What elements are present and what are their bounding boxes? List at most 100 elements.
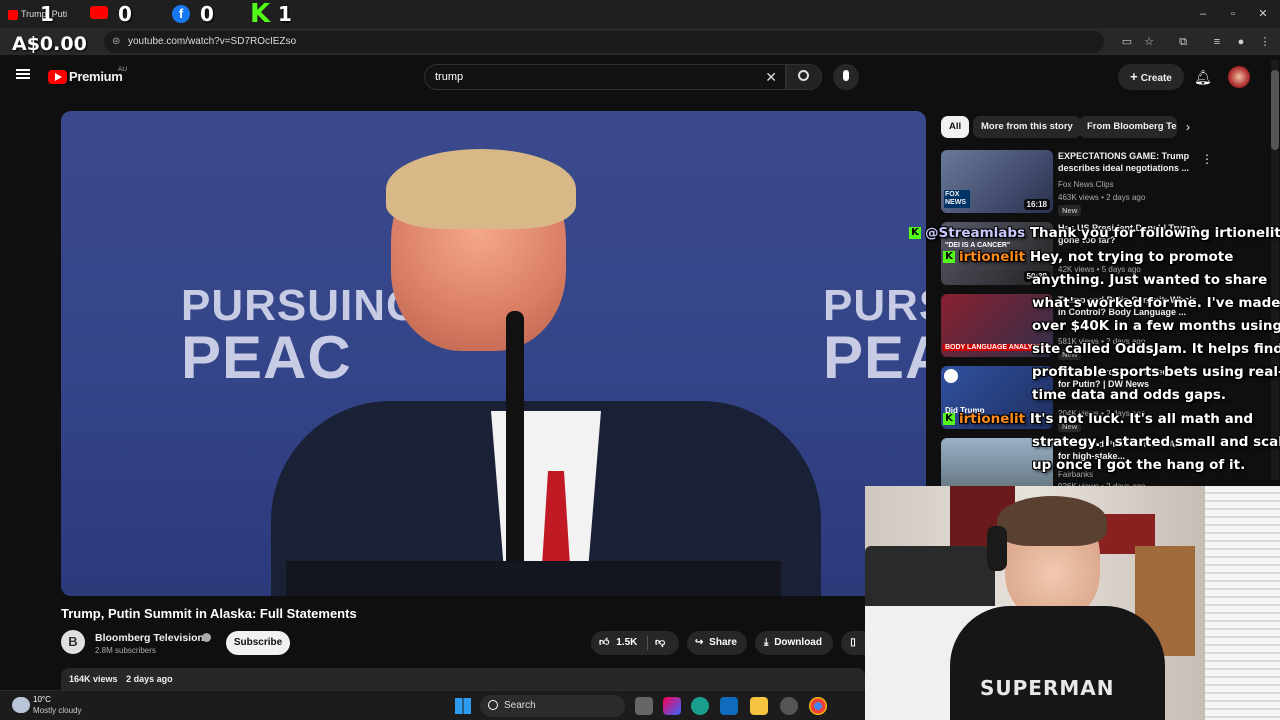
chat-line: anything. Just wanted to share (1032, 272, 1268, 288)
reading-list-icon[interactable]: ≡ (1210, 35, 1224, 49)
chip-more-from-story[interactable]: More from this story (973, 116, 1081, 138)
site-info-icon[interactable]: ⊜ (112, 31, 120, 53)
like-button[interactable]: 👍︎ 1.5K (599, 631, 637, 655)
backdrop-text: PEAC (181, 324, 352, 391)
url-field[interactable]: ⊜ youtube.com/watch?v=SD7ROcIEZso (104, 31, 1104, 53)
cast-icon[interactable]: ▭ (1120, 35, 1134, 49)
create-label: Create (1140, 73, 1172, 84)
like-count: 1.5K (616, 637, 638, 648)
streamer-shirt: SUPERMAN (950, 606, 1165, 720)
menu-dots-icon[interactable]: ⋮ (1258, 35, 1272, 49)
file-explorer-icon[interactable] (750, 697, 768, 715)
youtube-logo-icon[interactable] (48, 70, 67, 84)
chrome-icon[interactable] (809, 697, 827, 715)
kick-badge-icon: K (943, 413, 955, 425)
facebook-count: 0 (200, 2, 214, 26)
browser-tab-strip: Trump, Puti 1 0 f 0 K 1 – ▫ ✕ (0, 0, 1280, 28)
dislike-button[interactable]: 👎︎ (655, 631, 665, 655)
search-button[interactable] (786, 64, 822, 90)
view-count: 164K views (69, 674, 118, 684)
chat-username: irtionelit (959, 249, 1026, 265)
chat-line: Kirtionelit Hey, not trying to promote (943, 246, 1233, 269)
chip-from-bloomberg[interactable]: From Bloomberg Tel (1079, 116, 1177, 138)
kick-icon: K (250, 0, 271, 29)
podium (286, 561, 781, 596)
video-thumbnail: FOX NEWS 16:18 (941, 150, 1053, 213)
chat-line: up once I got the hang of it. (1032, 457, 1246, 473)
chat-line: K @Streamlabs Thank you for following irt… (909, 222, 1280, 245)
thumbnail-label: FOX NEWS (944, 190, 970, 208)
search-icon (798, 70, 809, 81)
podium-microphone (506, 311, 524, 596)
chat-line: Kirtionelit It's not luck. It's all math… (943, 408, 1253, 431)
profile-icon[interactable]: ● (1234, 35, 1248, 49)
kick-badge-icon: K (909, 227, 921, 239)
download-label: Download (774, 637, 822, 648)
chip-all[interactable]: All (941, 116, 970, 138)
subscribe-button[interactable]: Subscribe (226, 631, 290, 655)
search-input[interactable]: trump ✕ (424, 64, 786, 90)
voice-search-button[interactable] (833, 64, 859, 90)
headphones (987, 526, 1007, 571)
speaker-hair (386, 149, 576, 229)
extensions-icon[interactable]: ⧉ (1176, 35, 1190, 49)
share-label: Share (709, 637, 737, 648)
clear-search-icon[interactable]: ✕ (765, 65, 777, 89)
windows-taskbar: 10°C Mostly cloudy Search (0, 690, 865, 720)
youtube-header: Premium AU trump ✕ + Create 🔔︎ (0, 56, 1280, 98)
task-view-icon[interactable] (635, 697, 653, 715)
create-button[interactable]: + Create (1118, 64, 1184, 90)
chat-username: @Streamlabs (925, 225, 1026, 241)
tab-favicon-icon (8, 9, 18, 20)
hamburger-menu-icon[interactable] (16, 69, 30, 79)
stream-chat-overlay: K @Streamlabs Thank you for following irt… (905, 222, 1280, 482)
weather-desc: Mostly cloudy (33, 706, 82, 715)
chat-line: profitable sports bets using real- (1032, 364, 1280, 380)
save-button[interactable]: ▯ (841, 631, 865, 655)
chat-text: Hey, not trying to promote (1029, 249, 1234, 265)
upload-age: 2 days ago (126, 674, 173, 684)
thumbs-up-icon: 👍︎ (599, 637, 610, 648)
video-player[interactable]: PURSUING PEAC PURS PEA (61, 111, 926, 596)
weather-icon[interactable] (12, 697, 30, 713)
minimize-icon[interactable]: – (1196, 7, 1210, 21)
more-options-icon[interactable]: ⋮ (1201, 152, 1213, 166)
recommendation-item[interactable]: FOX NEWS 16:18 EXPECTATIONS GAME: Trump … (941, 150, 1271, 216)
account-avatar[interactable] (1228, 66, 1250, 88)
taskbar-search[interactable]: Search (480, 695, 625, 717)
rec-channel: Fox News Clips (1058, 180, 1114, 189)
share-icon: ↪ (695, 637, 704, 648)
search-icon (488, 700, 498, 710)
close-icon[interactable]: ✕ (1256, 7, 1270, 21)
rec-title: EXPECTATIONS GAME: Trump describes ideal… (1058, 151, 1190, 173)
duration-badge: 16:18 (1023, 199, 1050, 210)
thumbs-down-icon: 👎︎ (655, 637, 666, 648)
kick-count: 1 (278, 2, 292, 26)
youtube-icon (90, 6, 108, 19)
start-windows-icon[interactable] (455, 698, 471, 714)
notifications-bell-icon[interactable]: 🔔︎ (1194, 69, 1212, 86)
download-button[interactable]: ⤓ Download (755, 631, 833, 655)
address-bar: A$0.00 ⊜ youtube.com/watch?v=SD7ROcIEZso… (0, 28, 1280, 56)
channel-name[interactable]: Bloomberg Television (95, 632, 204, 644)
chevron-right-icon[interactable]: › (1186, 120, 1190, 134)
window-blinds (1205, 486, 1280, 720)
search-value: trump (435, 71, 464, 83)
chat-text: It's not luck. It's all math and (1029, 411, 1253, 427)
description-box[interactable]: 164K views 2 days ago (61, 668, 865, 690)
new-badge: New (1058, 205, 1082, 216)
channel-avatar[interactable]: B (61, 630, 85, 654)
kick-badge-icon: K (943, 251, 955, 263)
taskbar-search-label: Search (504, 700, 536, 711)
chat-line: strategy. I started small and scaled (1032, 434, 1280, 450)
share-button[interactable]: ↪ Share (687, 631, 747, 655)
copilot-icon[interactable] (663, 697, 681, 715)
brand-label: Premium (69, 69, 123, 84)
bookmark-star-icon[interactable]: ☆ (1142, 35, 1156, 49)
subscriber-count: 2.8M subscribers (95, 646, 156, 655)
settings-gear-icon[interactable] (780, 697, 798, 715)
webcam-overlay: SUPERMAN (865, 486, 1280, 720)
maximize-icon[interactable]: ▫ (1226, 7, 1240, 21)
edge-icon[interactable] (691, 697, 709, 715)
outlook-icon[interactable] (720, 697, 738, 715)
